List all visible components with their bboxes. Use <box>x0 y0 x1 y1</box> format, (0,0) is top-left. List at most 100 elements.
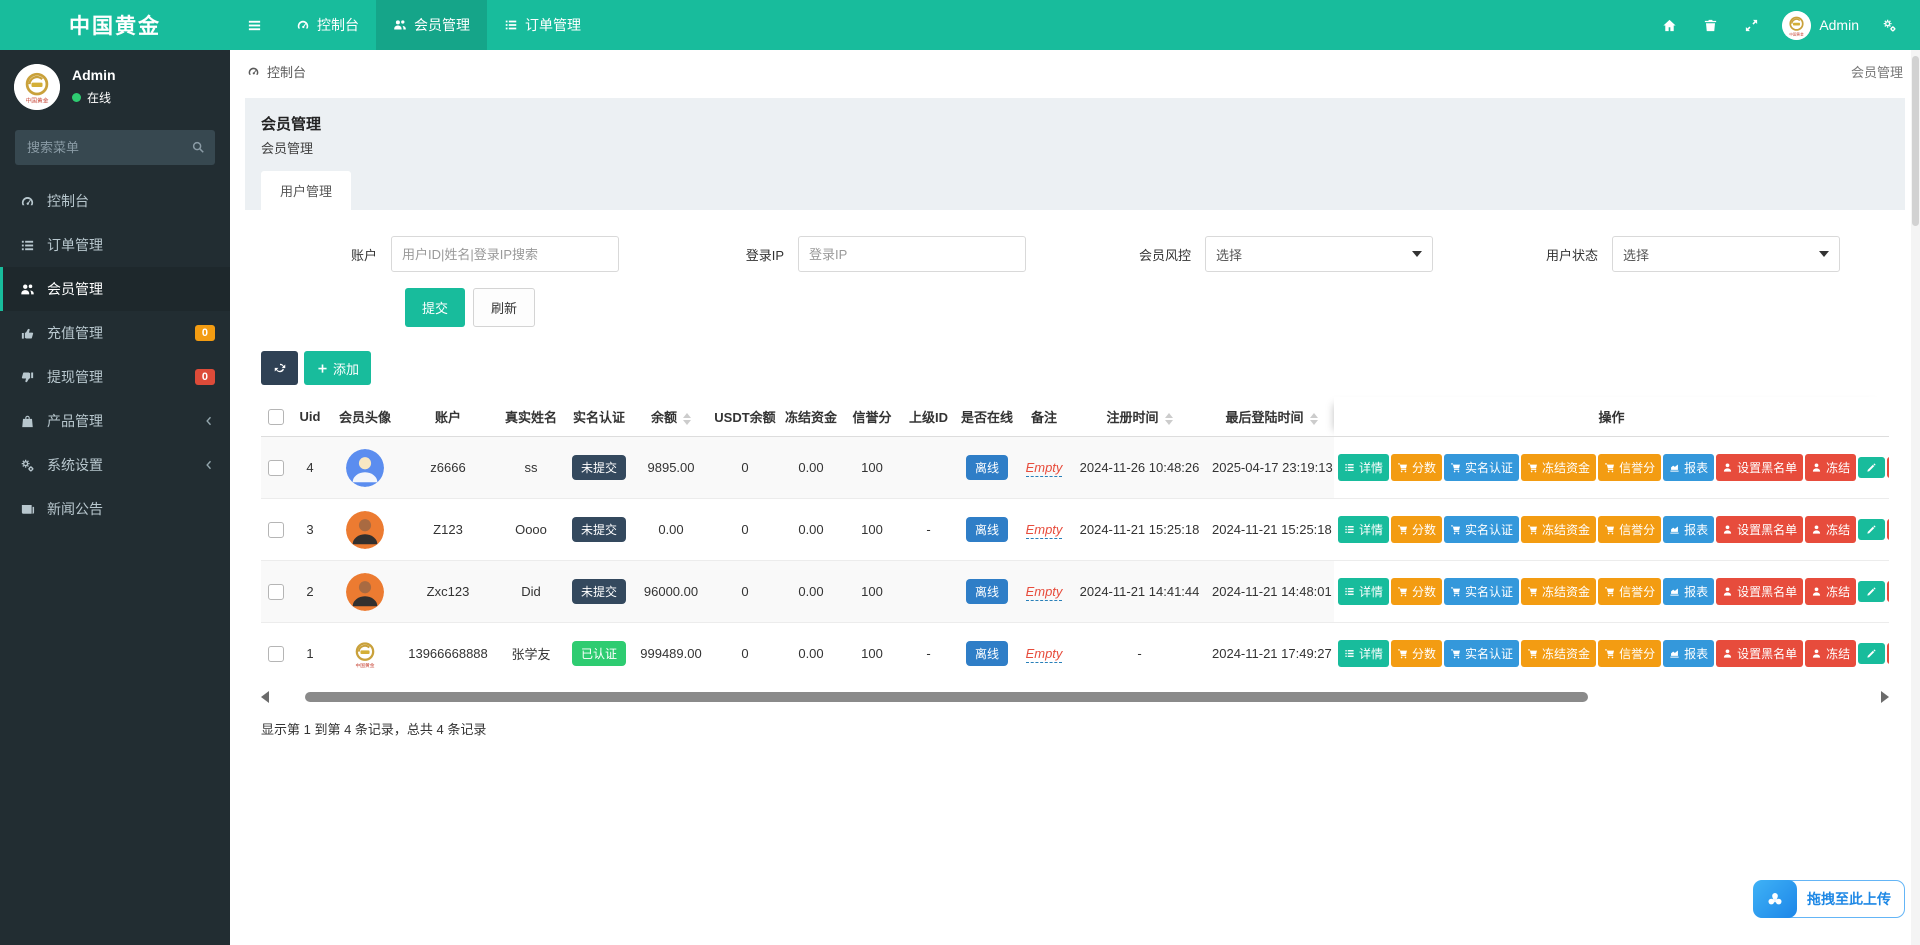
sidebar-item-提现管理[interactable]: 提现管理 0 <box>0 355 230 399</box>
action-score-button[interactable]: 分数 <box>1391 578 1443 605</box>
account-search-input[interactable] <box>391 236 619 272</box>
action-report-button[interactable]: 报表 <box>1663 454 1715 481</box>
row-edit-button[interactable] <box>1858 457 1886 478</box>
row-delete-button[interactable] <box>1887 519 1889 540</box>
sidebar-search-input[interactable] <box>15 130 215 165</box>
nav-item-订单管理[interactable]: 订单管理 <box>487 0 598 50</box>
row-delete-button[interactable] <box>1887 643 1889 665</box>
user-name: Admin <box>1819 17 1859 33</box>
user-menu[interactable]: 中国黄金 Admin <box>1772 10 1869 40</box>
sort-icon[interactable] <box>1164 412 1173 425</box>
sidebar-item-新闻公告[interactable]: 新闻公告 <box>0 487 230 531</box>
column-header-最后登陆时间[interactable]: 最后登陆时间 <box>1209 397 1334 437</box>
vertical-scrollbar-thumb[interactable] <box>1912 56 1919 226</box>
action-blacklist-button[interactable]: 设置黑名单 <box>1716 454 1804 481</box>
action-score-button[interactable]: 分数 <box>1391 454 1443 481</box>
sort-icon[interactable] <box>1309 412 1318 425</box>
sidebar-toggle-button[interactable] <box>230 0 279 50</box>
search-icon[interactable] <box>191 140 205 154</box>
sidebar-item-充值管理[interactable]: 充值管理 0 <box>0 311 230 355</box>
home-button[interactable] <box>1649 18 1690 33</box>
risk-select[interactable]: 选择 <box>1205 236 1433 272</box>
sidebar-item-会员管理[interactable]: 会员管理 <box>0 267 230 311</box>
row-checkbox[interactable] <box>268 583 284 600</box>
vertical-scrollbar[interactable] <box>1911 50 1920 945</box>
action-freeze-button[interactable]: 冻结 <box>1805 578 1857 605</box>
row-checkbox[interactable] <box>268 646 284 663</box>
pencil-icon <box>1866 462 1877 473</box>
login-ip-input[interactable] <box>798 236 1026 272</box>
remark-link[interactable]: Empty <box>1025 460 1063 477</box>
action-blacklist-button[interactable]: 设置黑名单 <box>1716 516 1804 543</box>
submit-button[interactable]: 提交 <box>405 288 466 327</box>
row-edit-button[interactable] <box>1858 581 1886 602</box>
chart-icon <box>1669 524 1680 535</box>
scroll-left-arrow[interactable] <box>261 690 269 703</box>
action-credit-score-button[interactable]: 信誉分 <box>1598 578 1662 605</box>
action-freeze-button[interactable]: 冻结 <box>1805 516 1857 543</box>
clear-cache-button[interactable] <box>1690 18 1731 33</box>
remark-link[interactable]: Empty <box>1025 646 1063 664</box>
scrollbar-thumb[interactable] <box>305 691 1589 702</box>
add-button[interactable]: 添加 <box>304 351 372 385</box>
nav-item-会员管理[interactable]: 会员管理 <box>376 0 487 50</box>
fullscreen-button[interactable] <box>1731 18 1772 33</box>
sidebar-item-订单管理[interactable]: 订单管理 <box>0 223 230 267</box>
action-report-button[interactable]: 报表 <box>1663 578 1715 605</box>
sidebar-item-系统设置[interactable]: 系统设置 <box>0 443 230 487</box>
action-report-button[interactable]: 报表 <box>1663 516 1715 543</box>
remark-link[interactable]: Empty <box>1025 522 1063 539</box>
count-badge: 0 <box>194 325 215 341</box>
list-icon <box>1344 648 1355 659</box>
online-badge: 离线 <box>965 455 1008 480</box>
breadcrumb-location[interactable]: 控制台 <box>247 62 306 81</box>
action-detail-button[interactable]: 详情 <box>1338 516 1390 543</box>
action-detail-button[interactable]: 详情 <box>1338 578 1390 605</box>
column-header-注册时间[interactable]: 注册时间 <box>1070 397 1209 437</box>
settings-button[interactable] <box>1869 18 1910 33</box>
nav-item-控制台[interactable]: 控制台 <box>279 0 376 50</box>
action-score-button[interactable]: 分数 <box>1391 640 1443 668</box>
action-blacklist-button[interactable]: 设置黑名单 <box>1716 640 1804 668</box>
sort-icon[interactable] <box>683 412 691 425</box>
action-freeze-funds-button[interactable]: 冻结资金 <box>1521 454 1597 481</box>
row-delete-button[interactable] <box>1887 457 1889 478</box>
refresh-button[interactable]: 刷新 <box>473 288 536 327</box>
action-realname-button[interactable]: 实名认证 <box>1444 578 1520 605</box>
row-delete-button[interactable] <box>1887 581 1889 602</box>
users-icon <box>393 18 407 32</box>
action-freeze-button[interactable]: 冻结 <box>1805 454 1857 481</box>
brand-logo[interactable]: 中国黄金 <box>0 0 230 50</box>
action-realname-button[interactable]: 实名认证 <box>1444 640 1520 668</box>
action-freeze-button[interactable]: 冻结 <box>1805 640 1857 668</box>
action-freeze-funds-button[interactable]: 冻结资金 <box>1521 640 1597 668</box>
cloud-upload-icon <box>1753 880 1797 918</box>
tab-user-management[interactable]: 用户管理 <box>261 171 352 210</box>
action-report-button[interactable]: 报表 <box>1663 640 1715 668</box>
action-blacklist-button[interactable]: 设置黑名单 <box>1716 578 1804 605</box>
remark-link[interactable]: Empty <box>1025 584 1063 601</box>
table-refresh-button[interactable] <box>261 351 298 385</box>
scroll-right-arrow[interactable] <box>1881 690 1889 703</box>
row-edit-button[interactable] <box>1858 519 1886 540</box>
action-freeze-funds-button[interactable]: 冻结资金 <box>1521 516 1597 543</box>
sidebar-item-控制台[interactable]: 控制台 <box>0 179 230 223</box>
action-detail-button[interactable]: 详情 <box>1338 640 1390 668</box>
scrollbar-track[interactable] <box>273 691 1877 702</box>
action-freeze-funds-button[interactable]: 冻结资金 <box>1521 578 1597 605</box>
action-detail-button[interactable]: 详情 <box>1338 454 1390 481</box>
action-realname-button[interactable]: 实名认证 <box>1444 516 1520 543</box>
row-checkbox[interactable] <box>268 459 284 476</box>
sidebar-item-产品管理[interactable]: 产品管理 <box>0 399 230 443</box>
row-checkbox[interactable] <box>268 521 284 538</box>
action-score-button[interactable]: 分数 <box>1391 516 1443 543</box>
action-credit-score-button[interactable]: 信誉分 <box>1598 516 1662 543</box>
action-credit-score-button[interactable]: 信誉分 <box>1598 640 1662 668</box>
user-status-select[interactable]: 选择 <box>1612 236 1840 272</box>
select-all-checkbox[interactable] <box>268 408 284 425</box>
drag-upload-button[interactable]: 拖拽至此上传 <box>1753 880 1905 918</box>
row-edit-button[interactable] <box>1858 643 1886 665</box>
action-realname-button[interactable]: 实名认证 <box>1444 454 1520 481</box>
action-credit-score-button[interactable]: 信誉分 <box>1598 454 1662 481</box>
column-header-余额[interactable]: 余额 <box>631 397 711 437</box>
